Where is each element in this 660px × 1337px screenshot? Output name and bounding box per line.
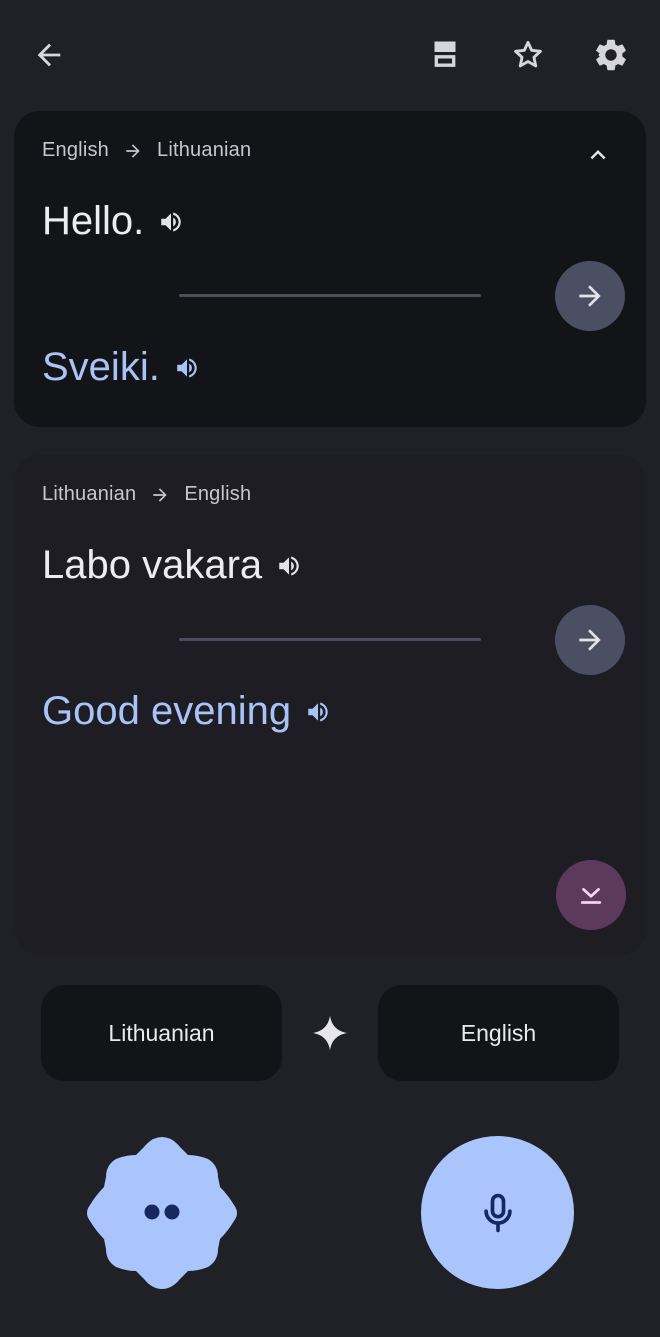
microphone-icon xyxy=(483,1193,512,1232)
speaker-icon[interactable] xyxy=(305,699,331,725)
split-view-icon xyxy=(434,41,456,67)
conversation-card-2[interactable]: Lithuanian English Labo vakara Good even… xyxy=(14,455,646,955)
right-language-label: English xyxy=(460,1019,537,1046)
translated-phrase: Sveiki. xyxy=(42,345,200,390)
back-button[interactable] xyxy=(25,31,73,79)
source-text: Labo vakara xyxy=(42,543,263,587)
split-view-button[interactable] xyxy=(421,31,469,79)
retranslate-button[interactable] xyxy=(555,605,625,675)
conversation-card-1[interactable]: English Lithuanian Hello. Sveiki. xyxy=(14,111,646,427)
chevron-up-icon xyxy=(590,150,606,160)
saved-button[interactable] xyxy=(504,31,552,79)
gear-icon xyxy=(595,39,626,71)
star-outline-icon xyxy=(514,40,542,68)
retranslate-button[interactable] xyxy=(555,261,625,331)
conversation-mode-button[interactable] xyxy=(84,1135,240,1291)
divider xyxy=(179,638,481,641)
arrow-right-icon xyxy=(579,285,601,307)
translated-phrase: Good evening xyxy=(42,689,331,734)
divider xyxy=(179,294,481,297)
face-badge-icon xyxy=(87,1137,237,1289)
arrow-right-icon xyxy=(123,141,143,161)
translation-text: Sveiki. xyxy=(42,345,160,389)
scroll-to-bottom-button[interactable] xyxy=(556,860,626,930)
speaker-icon[interactable] xyxy=(174,355,200,381)
speaker-icon[interactable] xyxy=(158,209,184,235)
source-language-label: English xyxy=(42,139,109,161)
source-language-label: Lithuanian xyxy=(42,483,137,505)
left-language-selector[interactable]: Lithuanian xyxy=(41,985,282,1081)
arrow-right-icon xyxy=(150,485,170,505)
source-text: Hello. xyxy=(42,199,145,243)
arrow-right-icon xyxy=(579,629,601,651)
speaker-icon[interactable] xyxy=(276,553,302,579)
vertical-align-bottom-icon xyxy=(580,888,602,904)
microphone-button[interactable] xyxy=(421,1136,574,1289)
source-phrase: Hello. xyxy=(42,199,184,244)
sparkle-icon xyxy=(312,1015,348,1051)
language-pair: English Lithuanian xyxy=(42,139,251,162)
settings-button[interactable] xyxy=(587,31,635,79)
language-pair: Lithuanian English xyxy=(42,483,251,506)
app-root: English Lithuanian Hello. Sveiki. Lithua… xyxy=(0,0,660,1337)
collapse-button[interactable] xyxy=(578,135,618,175)
target-language-label: Lithuanian xyxy=(157,139,252,161)
arrow-left-icon xyxy=(37,43,61,67)
source-phrase: Labo vakara xyxy=(42,543,302,588)
left-language-label: Lithuanian xyxy=(108,1019,215,1046)
target-language-label: English xyxy=(184,483,252,505)
top-app-bar xyxy=(0,0,660,110)
translation-text: Good evening xyxy=(42,689,292,733)
right-language-selector[interactable]: English xyxy=(378,985,619,1081)
